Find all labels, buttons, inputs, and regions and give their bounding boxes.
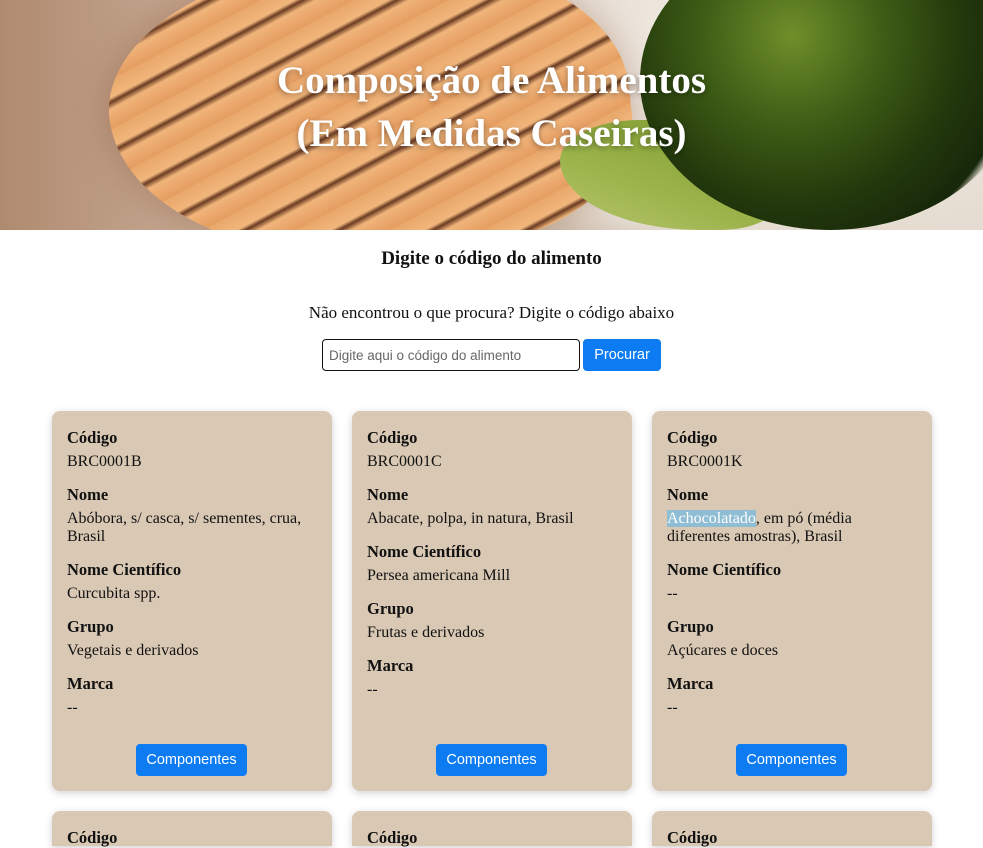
code-value: BRC0001C xyxy=(367,453,442,470)
code-value: BRC0001K xyxy=(667,453,743,470)
code-label: Código xyxy=(667,828,718,847)
brand-label: Marca xyxy=(367,656,414,675)
scientific-name-label: Nome Científico xyxy=(67,560,182,579)
search-hint: Não encontrou o que procura? Digite o có… xyxy=(308,303,675,322)
code-label: Código xyxy=(367,828,418,847)
code-label: Código xyxy=(67,428,118,447)
components-button[interactable]: Componentes xyxy=(136,744,247,776)
group-label: Grupo xyxy=(367,599,414,618)
scientific-name-value: Persea americana Mill xyxy=(367,567,511,584)
food-card: Código xyxy=(652,811,932,847)
brand-value: -- xyxy=(67,699,78,716)
name-label: Nome xyxy=(667,485,709,504)
group-label: Grupo xyxy=(67,617,114,636)
group-value: Frutas e derivados xyxy=(367,624,485,641)
name-label: Nome xyxy=(367,485,409,504)
name-value: Achocolatado, em pó (média diferentes am… xyxy=(667,510,917,546)
name-value: Abóbora, s/ casca, s/ sementes, crua, Br… xyxy=(67,510,302,545)
brand-value: -- xyxy=(667,699,678,716)
food-card: Código BRC0001B Nome Abóbora, s/ casca, … xyxy=(52,411,332,791)
code-value: BRC0001B xyxy=(67,453,142,470)
search-button[interactable]: Procurar xyxy=(583,339,661,371)
brand-label: Marca xyxy=(667,674,714,693)
page-title-line-1: Composição de Alimentos xyxy=(277,59,706,102)
brand-value: -- xyxy=(367,681,378,698)
selected-text-highlight: Achocolatado xyxy=(667,510,756,527)
food-card: Código xyxy=(52,811,332,847)
group-value: Açúcares e doces xyxy=(667,642,779,659)
components-button[interactable]: Componentes xyxy=(736,744,847,776)
page-title: Composição de Alimentos (Em Medidas Case… xyxy=(0,54,983,160)
food-card: Código BRC0001K Nome Achocolatado, em pó… xyxy=(652,411,932,791)
components-button[interactable]: Componentes xyxy=(436,744,547,776)
scientific-name-label: Nome Científico xyxy=(367,542,482,561)
group-value: Vegetais e derivados xyxy=(67,642,199,659)
code-label: Código xyxy=(367,428,418,447)
food-card: Código xyxy=(352,811,632,847)
scientific-name-value: Curcubita spp. xyxy=(67,585,161,602)
search-section-title: Digite o código do alimento xyxy=(381,248,602,269)
code-label: Código xyxy=(667,428,718,447)
food-code-search-input[interactable] xyxy=(322,339,580,371)
brand-label: Marca xyxy=(67,674,114,693)
scientific-name-label: Nome Científico xyxy=(667,560,782,579)
hero-banner: Composição de Alimentos (Em Medidas Case… xyxy=(0,0,983,230)
name-value: Abacate, polpa, in natura, Brasil xyxy=(367,510,574,527)
code-label: Código xyxy=(67,828,118,847)
page-title-line-2: (Em Medidas Caseiras) xyxy=(296,112,687,155)
name-label: Nome xyxy=(67,485,109,504)
food-card: Código BRC0001C Nome Abacate, polpa, in … xyxy=(352,411,632,791)
group-label: Grupo xyxy=(667,617,714,636)
scientific-name-value: -- xyxy=(667,585,678,602)
